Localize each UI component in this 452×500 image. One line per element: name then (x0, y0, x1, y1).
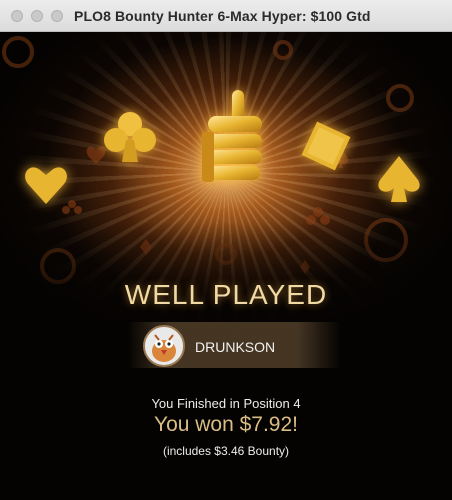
avatar (143, 325, 185, 367)
tournament-result-window: PLO8 Bounty Hunter 6-Max Hyper: $100 Gtd (0, 0, 452, 500)
minimize-window-button[interactable] (31, 10, 43, 22)
window-title: PLO8 Bounty Hunter 6-Max Hyper: $100 Gtd (74, 8, 371, 24)
poker-chip-icon (2, 36, 34, 68)
club-icon (313, 207, 323, 217)
club-icon (104, 112, 156, 162)
close-window-button[interactable] (11, 10, 23, 22)
thumbs-up-icon (202, 90, 262, 182)
poker-chip-icon (273, 40, 293, 60)
winnings-text: You won $7.92! (153, 413, 299, 436)
title-bar: PLO8 Bounty Hunter 6-Max Hyper: $100 Gtd (0, 0, 452, 32)
bounty-text: (includes $3.46 Bounty) (162, 444, 290, 458)
well-played-heading: WELL PLAYED (124, 279, 328, 310)
poker-chip-icon (386, 84, 414, 112)
finish-position-text: You Finished in Position 4 (151, 396, 301, 411)
spade-icon (378, 156, 420, 202)
player-name: DRUNKSON (195, 339, 276, 355)
diamond-icon (301, 121, 351, 171)
zoom-window-button[interactable] (51, 10, 63, 22)
heart-icon (25, 167, 67, 204)
result-panel: WELL PLAYED DRUNKSON You Finished in Pos… (0, 32, 452, 500)
avatar-bird-icon (145, 327, 183, 365)
